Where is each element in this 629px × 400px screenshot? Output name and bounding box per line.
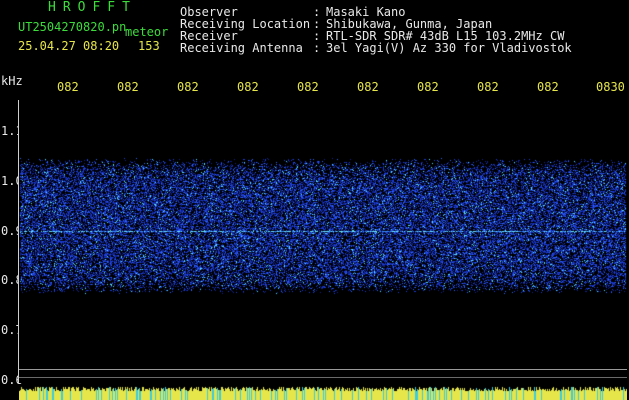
x-tick-8: 082: [477, 80, 499, 94]
reference-line-lower: [19, 377, 627, 378]
antenna-label: Receiving Antenna: [180, 41, 303, 55]
spectrogram-plot: [18, 100, 628, 383]
app-brand: HROFFT: [48, 0, 137, 15]
x-tick-3: 082: [177, 80, 199, 94]
x-tick-4: 082: [237, 80, 259, 94]
signal-strength-bar: [19, 386, 627, 400]
x-tick-7: 082: [417, 80, 439, 94]
x-tick-1: 082: [57, 80, 79, 94]
x-tick-2: 082: [117, 80, 139, 94]
timestamp: 25.04.27 08:20: [18, 39, 120, 53]
spectrogram-canvas: [19, 100, 628, 383]
y-unit-label: kHz: [1, 74, 23, 88]
filename: UT2504270820.pn: [18, 20, 127, 34]
detection-count: 153: [138, 39, 160, 53]
antenna-sep: :: [313, 41, 321, 55]
x-tick-9: 082: [537, 80, 559, 94]
x-tick-10: 0830: [596, 80, 625, 94]
reference-line-upper: [19, 369, 627, 370]
x-tick-5: 082: [297, 80, 319, 94]
antenna-value: 3el Yagi(V) Az 330 for Vladivostok: [326, 41, 572, 55]
suffix-label: meteor: [125, 25, 169, 39]
x-tick-6: 082: [357, 80, 379, 94]
